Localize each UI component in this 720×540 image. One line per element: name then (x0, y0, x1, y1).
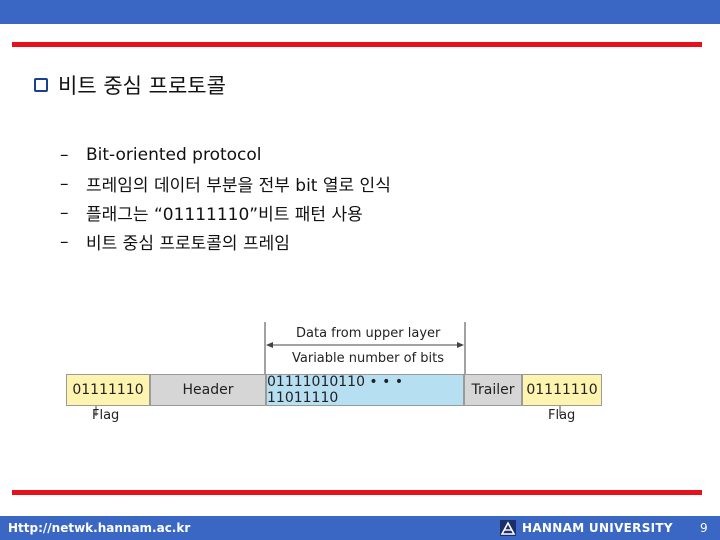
bullet-dash: – (60, 144, 69, 165)
footer-url: Http://netwk.hannam.ac.kr (8, 521, 191, 535)
page-number: 9 (700, 521, 708, 535)
flag-label-right: Flag (548, 408, 576, 423)
flag-label-left: Flag (92, 408, 120, 423)
university-logo-icon (500, 520, 516, 536)
bullet-item: – 비트 중심 프로토콜의 프레임 (60, 227, 391, 256)
slide-title: 비트 중심 프로토콜 (34, 70, 226, 100)
top-red-rule (12, 42, 702, 47)
variable-bits-label: Variable number of bits (292, 351, 445, 366)
footer-bar: Http://netwk.hannam.ac.kr HANNAM UNIVERS… (0, 516, 720, 540)
frame-diagram: Data from upper layer Variable number of… (60, 318, 620, 438)
bullet-text: 플래그는 “01111110”비트 패턴 사용 (86, 205, 363, 225)
bullet-dash: – (60, 202, 69, 223)
bullet-list: – Bit-oriented protocol – 프레임의 데이터 부분을 전… (60, 140, 391, 256)
flag-field-left: 01111110 (66, 374, 150, 406)
data-from-upper-layer-label: Data from upper layer (296, 326, 441, 341)
bullet-dash: – (60, 231, 69, 252)
bullet-text: 비트 중심 프로토콜의 프레임 (86, 234, 290, 254)
top-banner (0, 0, 720, 24)
bullet-item: – 프레임의 데이터 부분을 전부 bit 열로 인식 (60, 169, 391, 198)
bullet-item: – Bit-oriented protocol (60, 140, 391, 169)
bullet-dash: – (60, 173, 69, 194)
university-name: HANNAM UNIVERSITY (522, 521, 673, 535)
span-arrow-left-head (266, 342, 273, 348)
bullet-text: 프레임의 데이터 부분을 전부 bit 열로 인식 (86, 176, 391, 196)
bottom-red-rule (12, 490, 702, 495)
trailer-field: Trailer (464, 374, 522, 406)
bullet-item: – 플래그는 “01111110”비트 패턴 사용 (60, 198, 391, 227)
bullet-text: Bit-oriented protocol (86, 144, 262, 165)
flag-field-right: 01111110 (522, 374, 602, 406)
data-field: 01111010110 • • • 11011110 (266, 374, 464, 406)
university-brand: HANNAM UNIVERSITY (500, 516, 673, 540)
span-arrow-right-head (457, 342, 464, 348)
header-field: Header (150, 374, 266, 406)
square-bullet-icon (34, 78, 48, 92)
slide-title-text: 비트 중심 프로토콜 (58, 74, 226, 98)
